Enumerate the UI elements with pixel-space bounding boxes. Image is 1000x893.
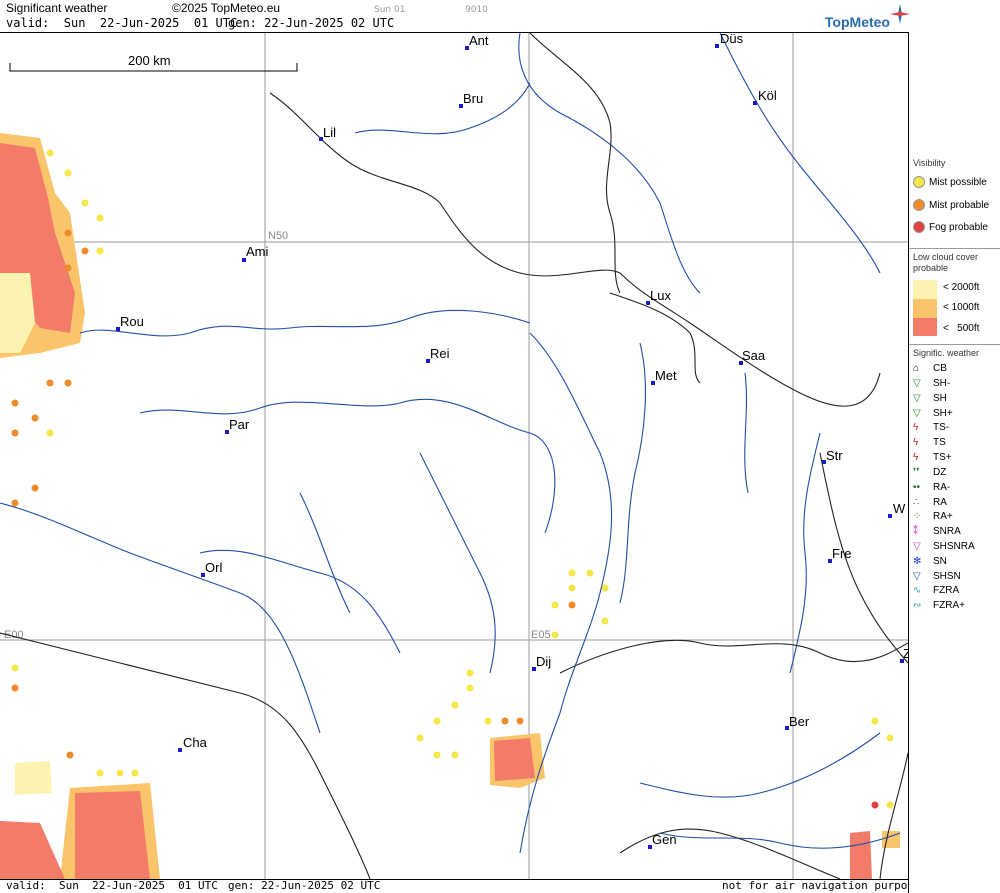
copyright: ©2025 TopMeteo.eu [172, 1, 281, 15]
city-label-kol: Köl [758, 88, 777, 103]
rain-heavy-icon: ⁘ [913, 511, 922, 522]
legend-lc-2000: < 2000ft [943, 282, 980, 293]
map-area: N50 E00 E05 200 km Ant Düs Bru Köl Lil A… [0, 32, 908, 880]
legend-low-cloud-title-1: Low cloud cover [913, 252, 979, 262]
legend-mist-possible-label: Mist possible [929, 176, 987, 188]
footer-valid: valid: Sun 22-Jun-2025 01 UTC [6, 879, 218, 892]
city-label-met: Met [655, 368, 677, 383]
legend-panel: Visibility Mist possible Mist probable F… [908, 32, 1000, 893]
city-labels: Ant Düs Bru Köl Lil Ami Rou Lux Saa Rei … [120, 33, 908, 847]
footer-note: not for air navigation purposes [722, 879, 928, 892]
legend-ts-minus: ϟ TS- [913, 422, 950, 433]
footer-bar: valid: Sun 22-Jun-2025 01 UTC gen: 22-Ju… [0, 878, 927, 893]
grid-label-n50: N50 [268, 230, 288, 242]
legend-ts-plus: ϟ TS+ [913, 452, 952, 463]
legend-fzra: ∿ FZRA [913, 585, 960, 596]
legend-sh: ▽ SH [913, 393, 947, 404]
legend-dz: ❜❜ DZ [913, 467, 947, 478]
legend-sh-plus: ▽ SH+ [913, 408, 953, 419]
city-label-ami: Ami [246, 244, 269, 259]
city-label-dus: Düs [720, 33, 744, 46]
thunderstorm-light-icon: ϟ [913, 422, 919, 433]
city-label-orl: Orl [205, 560, 222, 575]
small-code-label: 9010 [465, 5, 488, 15]
city-label-bru: Bru [463, 91, 483, 106]
mist-possible-icon [913, 176, 925, 188]
legend-fzra-plus: ∾ FZRA+ [913, 600, 965, 611]
legend-visibility-title: Visibility [913, 158, 946, 168]
snow-rain-icon: ⁑ [913, 526, 918, 537]
legend-mist-probable: Mist probable [913, 199, 989, 211]
city-label-rei: Rei [430, 346, 450, 361]
footer-gen: gen: 22-Jun-2025 02 UTC [228, 879, 381, 892]
legend-ra-minus: •• RA- [913, 482, 951, 493]
legend-sh-minus: ▽ SH- [913, 378, 951, 389]
grid-label-e05: E05 [531, 629, 551, 641]
chart-title: Significant weather [6, 1, 108, 15]
snow-icon: ✻ [913, 556, 922, 567]
fog-probable-icon [913, 221, 925, 233]
legend-fog-probable-label: Fog probable [929, 221, 988, 233]
legend-fog-probable: Fog probable [913, 221, 988, 233]
thunderstorm-icon: ϟ [913, 437, 919, 448]
low-cloud-swatch [913, 280, 937, 336]
city-label-lux: Lux [650, 288, 671, 303]
drizzle-icon: ❜❜ [913, 467, 920, 478]
snow-shower-icon: ▽ [913, 571, 921, 582]
rain-light-icon: •• [913, 482, 921, 493]
city-label-cha: Cha [183, 735, 208, 750]
legend-ra: ∴ RA [913, 497, 947, 508]
legend-lc-1000: < 1000ft [943, 302, 980, 313]
thunderstorm-heavy-icon: ϟ [913, 452, 919, 463]
mist-dots [11, 149, 894, 809]
legend-ra-plus: ⁘ RA+ [913, 511, 953, 522]
city-label-rou: Rou [120, 314, 144, 329]
legend-snra: ⁑ SNRA [913, 526, 961, 537]
compass-logo-icon [890, 4, 910, 24]
rain-icon: ∴ [913, 497, 920, 508]
rivers [0, 33, 901, 854]
city-label-gen: Gen [652, 832, 677, 847]
shower-light-icon: ▽ [913, 378, 921, 389]
generated-time: gen: 22-Jun-2025 02 UTC [228, 16, 395, 30]
city-label-str: Str [826, 448, 843, 463]
legend-mist-probable-label: Mist probable [929, 199, 990, 211]
city-label-w: W [893, 501, 906, 516]
legend-sigwx-title: Signific. weather [913, 348, 980, 358]
topmeteo-logo: TopMeteo [824, 14, 890, 30]
valid-time: valid: Sun 22-Jun-2025 01 UTC [6, 16, 238, 30]
city-label-saa: Saa [742, 348, 766, 363]
city-label-par: Par [229, 417, 250, 432]
sigwx-map-page: Significant weather ©2025 TopMeteo.eu va… [0, 0, 1000, 893]
legend-low-cloud-title-2: probable [913, 263, 949, 273]
city-label-ber: Ber [789, 714, 810, 729]
map-canvas: N50 E00 E05 200 km Ant Düs Bru Köl Lil A… [0, 33, 908, 879]
weather-patches [0, 133, 900, 879]
scale-label: 200 km [128, 53, 171, 68]
city-label-lil: Lil [323, 125, 336, 140]
city-label-fre: Fre [832, 546, 852, 561]
cities [116, 44, 904, 849]
shower-heavy-icon: ▽ [913, 408, 921, 419]
freezing-rain-icon: ∿ [913, 585, 922, 596]
legend-cb: ⌂ CB [913, 363, 947, 374]
city-label-dij: Dij [536, 654, 551, 669]
shower-icon: ▽ [913, 393, 921, 404]
legend-ts: ϟ TS [913, 437, 946, 448]
mist-probable-icon [913, 199, 925, 211]
header-bar: Significant weather ©2025 TopMeteo.eu va… [0, 0, 1000, 32]
small-day-label: Sun 01 [374, 5, 406, 15]
snow-rain-shower-icon: ▽ [913, 541, 921, 552]
legend-lc-500: < 500ft [943, 323, 980, 334]
legend-shsn: ▽ SHSN [913, 571, 961, 582]
cb-icon: ⌂ [913, 363, 920, 374]
city-label-ant: Ant [469, 33, 489, 48]
legend-sn: ✻ SN [913, 556, 947, 567]
freezing-rain-heavy-icon: ∾ [913, 600, 922, 611]
legend-shsnra: ▽ SHSNRA [913, 541, 975, 552]
legend-mist-possible: Mist possible [913, 176, 987, 188]
